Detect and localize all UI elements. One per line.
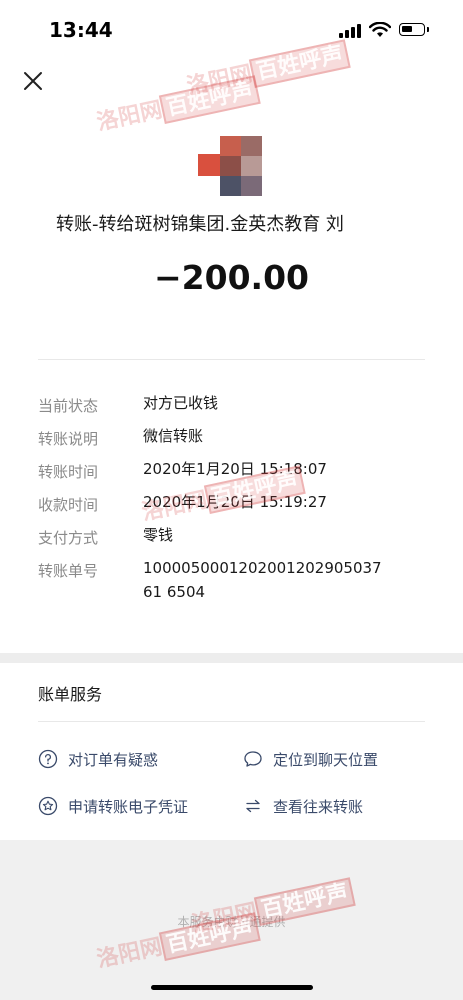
star-badge-icon xyxy=(38,796,58,816)
chat-bubble-icon xyxy=(243,749,263,769)
receive-time-value: 2020年1月20日 15:19:27 xyxy=(143,493,327,511)
bill-services-title: 账单服务 xyxy=(38,685,103,704)
view-transfers-label: 查看往来转账 xyxy=(273,797,364,816)
order-question-label: 对订单有疑惑 xyxy=(68,750,159,769)
order-question-link[interactable]: 对订单有疑惑 xyxy=(38,746,158,772)
payment-method-label: 支付方式 xyxy=(38,529,99,547)
transfer-arrows-icon xyxy=(243,796,263,816)
note-value: 微信转账 xyxy=(143,427,204,445)
status-time: 13:44 xyxy=(49,18,113,42)
divider xyxy=(38,359,425,360)
status-value: 对方已收钱 xyxy=(143,394,219,412)
question-icon xyxy=(38,749,58,769)
transfer-time-value: 2020年1月20日 15:18:07 xyxy=(143,460,327,478)
payee-avatar xyxy=(198,136,262,198)
locate-chat-link[interactable]: 定位到聊天位置 xyxy=(243,746,378,772)
footer-note: 本服务由财付通提供 xyxy=(177,915,286,929)
transfer-amount: −200.00 xyxy=(154,258,309,297)
apply-receipt-label: 申请转账电子凭证 xyxy=(68,797,189,816)
payee-title: 转账-转给斑树锦集团.金英杰教育 刘 xyxy=(56,214,344,235)
note-label: 转账说明 xyxy=(38,430,99,448)
battery-icon xyxy=(399,23,429,36)
home-indicator[interactable] xyxy=(151,985,313,990)
status-bar: 13:44 xyxy=(0,0,463,60)
locate-chat-label: 定位到聊天位置 xyxy=(273,750,379,769)
divider xyxy=(38,721,425,722)
status-label: 当前状态 xyxy=(38,397,99,415)
transfer-time-label: 转账时间 xyxy=(38,463,99,481)
transfer-number-value: 100005000120200120290503761 6504 xyxy=(143,559,382,601)
apply-receipt-link[interactable]: 申请转账电子凭证 xyxy=(38,793,188,819)
section-separator xyxy=(0,653,463,663)
close-icon[interactable] xyxy=(20,68,46,94)
payment-method-value: 零钱 xyxy=(143,526,174,544)
receive-time-label: 收款时间 xyxy=(38,496,99,514)
transfer-number-label: 转账单号 xyxy=(38,562,99,580)
cellular-signal-icon xyxy=(339,24,363,38)
watermark-logo: 洛阳网百姓呼声 xyxy=(93,71,261,136)
wifi-icon xyxy=(369,22,391,37)
view-transfers-link[interactable]: 查看往来转账 xyxy=(243,793,363,819)
